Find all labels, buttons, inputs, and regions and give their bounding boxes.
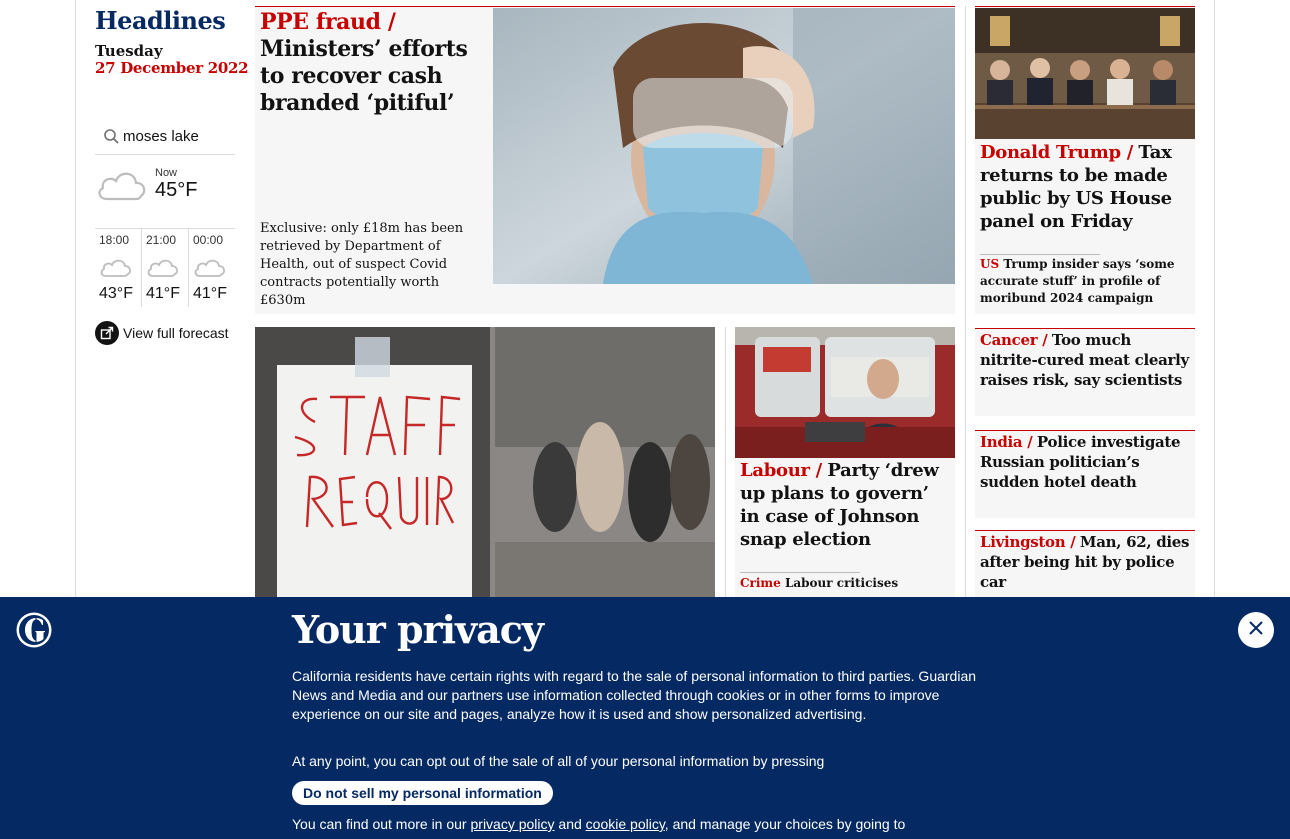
view-full-forecast-label[interactable]: View full forecast (123, 325, 229, 341)
story-kicker: PPE fraud / (260, 9, 396, 35)
staff-required-story-card[interactable] (255, 327, 715, 607)
staff-required-image[interactable] (255, 327, 715, 597)
forecast-time: 00:00 (193, 233, 224, 247)
sublink-headline[interactable]: Labour criticises (785, 576, 898, 590)
labour-story-image[interactable] (735, 327, 955, 458)
lead-story-headline[interactable]: PPE fraud / Ministers’ efforts to recove… (260, 9, 490, 117)
privacy-opt-out-text: At any point, you can opt out of the sal… (292, 753, 825, 769)
weather-location-search[interactable]: moses lake (95, 119, 235, 155)
story-kicker: Labour / (740, 460, 822, 481)
divider (740, 572, 860, 573)
cloud-icon (99, 255, 141, 283)
column-divider (965, 6, 966, 606)
trump-story-image[interactable] (975, 8, 1195, 139)
story-headline-text[interactable]: Ministers’ efforts to recover cash brand… (260, 36, 468, 116)
story-headline[interactable]: Cancer / Too much nitrite-cured meat cle… (980, 330, 1192, 390)
trump-story-headline[interactable]: Donald Trump / Tax returns to be made pu… (980, 141, 1190, 233)
sublink-kicker: Crime (740, 576, 781, 590)
close-privacy-button[interactable] (1238, 612, 1274, 648)
and-text: and (558, 816, 582, 832)
weather-now: Now 45°F (95, 163, 235, 229)
divider (980, 254, 1100, 255)
do-not-sell-button[interactable]: Do not sell my personal information (292, 781, 553, 805)
privacy-more-prefix: You can find out more in our (292, 816, 467, 832)
story-kicker: Cancer / (980, 331, 1048, 349)
column-divider (725, 327, 726, 597)
lead-story-standfirst: Exclusive: only £18m has been retrieved … (260, 221, 464, 308)
forecast-temp: 43°F (99, 285, 133, 302)
story-card[interactable]: Cancer / Too much nitrite-cured meat cle… (975, 328, 1195, 416)
forecast-time: 21:00 (146, 233, 177, 247)
story-kicker: India / (980, 433, 1033, 451)
story-kicker: Donald Trump / (980, 142, 1133, 163)
privacy-banner: Your privacy California residents have c… (0, 597, 1290, 839)
date-label: 27 December 2022 (95, 59, 249, 77)
sublink-headline[interactable]: Trump insider says ‘some accurate stuff’… (980, 257, 1175, 305)
external-link-icon (95, 321, 119, 345)
forecast-slot: 00:00 41°F (188, 229, 235, 307)
weather-now-label: Now (155, 167, 178, 179)
forecast-time: 18:00 (99, 233, 130, 247)
cloud-icon (95, 165, 149, 209)
forecast-temp: 41°F (146, 285, 180, 302)
labour-story-card[interactable]: Labour / Party ‘drew up plans to govern’… (735, 327, 955, 607)
weather-forecast: 18:00 43°F 21:00 41°F 00:00 41°F (95, 229, 235, 307)
day-label: Tuesday (95, 42, 163, 60)
story-headline[interactable]: India / Police investigate Russian polit… (980, 432, 1192, 492)
forecast-temp: 41°F (193, 285, 227, 302)
labour-story-headline[interactable]: Labour / Party ‘drew up plans to govern’… (740, 459, 950, 551)
story-headline[interactable]: Livingston / Man, 62, dies after being h… (980, 532, 1192, 592)
privacy-body: California residents have certain rights… (292, 668, 977, 722)
labour-sublink[interactable]: Crime Labour criticises (740, 576, 950, 590)
forecast-slot: 21:00 41°F (141, 229, 188, 307)
lead-story-image[interactable] (493, 8, 955, 284)
guardian-logo-icon (16, 612, 52, 652)
search-icon[interactable] (99, 128, 125, 146)
view-full-forecast-link[interactable]: View full forecast (95, 321, 229, 345)
cloud-icon (146, 255, 188, 283)
sublink-kicker: US (980, 257, 1000, 271)
page-title: Headlines (95, 6, 226, 35)
privacy-title: Your privacy (292, 607, 544, 652)
weather-now-temp: 45°F (155, 179, 198, 201)
story-card[interactable]: India / Police investigate Russian polit… (975, 430, 1195, 518)
privacy-more-suffix: , and manage your choices by going to (664, 816, 906, 832)
trump-sublink[interactable]: US Trump insider says ‘some accurate stu… (980, 256, 1180, 307)
privacy-policy-link[interactable]: privacy policy (471, 816, 555, 832)
close-icon (1248, 620, 1264, 640)
story-kicker: Livingston / (980, 533, 1076, 551)
privacy-more-info: You can find out more in our privacy pol… (292, 816, 905, 832)
trump-story-card[interactable]: Donald Trump / Tax returns to be made pu… (975, 6, 1195, 314)
forecast-slot: 18:00 43°F (95, 229, 141, 307)
lead-story-card[interactable]: PPE fraud / Ministers’ efforts to recove… (255, 6, 955, 314)
location-value[interactable]: moses lake (123, 128, 199, 145)
cloud-icon (193, 255, 235, 283)
cookie-policy-link[interactable]: cookie policy (586, 816, 665, 832)
